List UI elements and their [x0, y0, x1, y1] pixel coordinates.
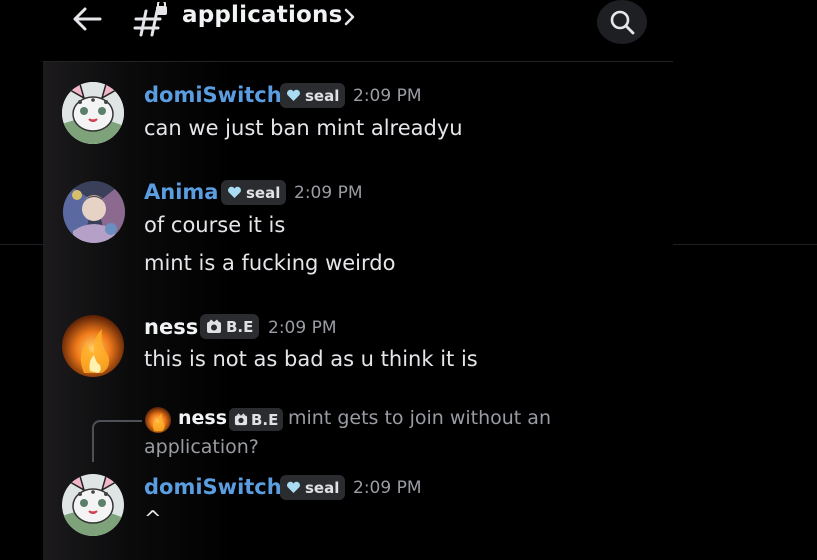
divider — [673, 244, 817, 245]
role-tag[interactable]: seal — [221, 180, 287, 205]
hash-lock-icon — [133, 2, 167, 37]
heart-icon — [287, 481, 300, 493]
heart-icon — [228, 186, 241, 198]
timestamp: 2:09 PM — [353, 478, 422, 498]
snow-leopard-avatar[interactable] — [62, 82, 124, 144]
author-name[interactable]: domiSwitch — [144, 83, 282, 107]
avatar-art — [62, 474, 124, 536]
reply-preview-text[interactable]: application? — [144, 436, 259, 458]
role-tag-label: B.E — [226, 317, 254, 336]
channel-title[interactable]: applications — [182, 2, 343, 28]
reply-role-tag[interactable]: B.E — [229, 408, 284, 431]
arrow-left-icon[interactable] — [70, 4, 106, 34]
fire-avatar[interactable] — [145, 407, 171, 433]
badge-icon — [234, 413, 248, 426]
fire-avatar[interactable] — [62, 315, 124, 377]
role-tag[interactable]: seal — [280, 83, 346, 108]
badge-icon — [207, 319, 221, 333]
divider — [0, 244, 43, 245]
role-tag-label: seal — [305, 478, 340, 497]
author-name[interactable]: ness — [144, 315, 198, 339]
anime-art-avatar[interactable] — [63, 181, 125, 243]
avatar-art — [62, 82, 124, 144]
search-button[interactable] — [597, 0, 647, 44]
role-tag-label: seal — [305, 86, 340, 105]
reply-connector — [92, 420, 142, 462]
chevron-right-icon[interactable] — [343, 5, 357, 29]
snow-leopard-avatar[interactable] — [62, 474, 124, 536]
role-tag[interactable]: B.E — [200, 314, 260, 339]
role-tag[interactable]: seal — [280, 475, 346, 500]
author-name[interactable]: Anima — [144, 180, 218, 204]
search-icon — [610, 10, 635, 35]
avatar-art — [62, 315, 124, 377]
message-text: this is not as bad as u think it is — [144, 347, 478, 371]
role-tag-label: B.E — [251, 410, 279, 429]
message-text: ^ — [144, 507, 162, 531]
avatar-art — [63, 181, 125, 243]
message-text: mint is a fucking weirdo — [144, 251, 396, 275]
timestamp: 2:09 PM — [353, 86, 422, 106]
message-text: can we just ban mint alreadyu — [144, 116, 463, 140]
channel-header: applications — [0, 0, 817, 60]
timestamp: 2:09 PM — [268, 318, 337, 338]
reply-preview-text[interactable]: mint gets to join without an — [288, 407, 551, 429]
message-text: of course it is — [144, 213, 286, 237]
role-tag-label: seal — [246, 183, 281, 202]
timestamp: 2:09 PM — [294, 183, 363, 203]
avatar-art — [145, 407, 171, 433]
reply-author-name[interactable]: ness — [178, 407, 227, 429]
heart-icon — [287, 89, 300, 101]
author-name[interactable]: domiSwitch — [144, 475, 282, 499]
